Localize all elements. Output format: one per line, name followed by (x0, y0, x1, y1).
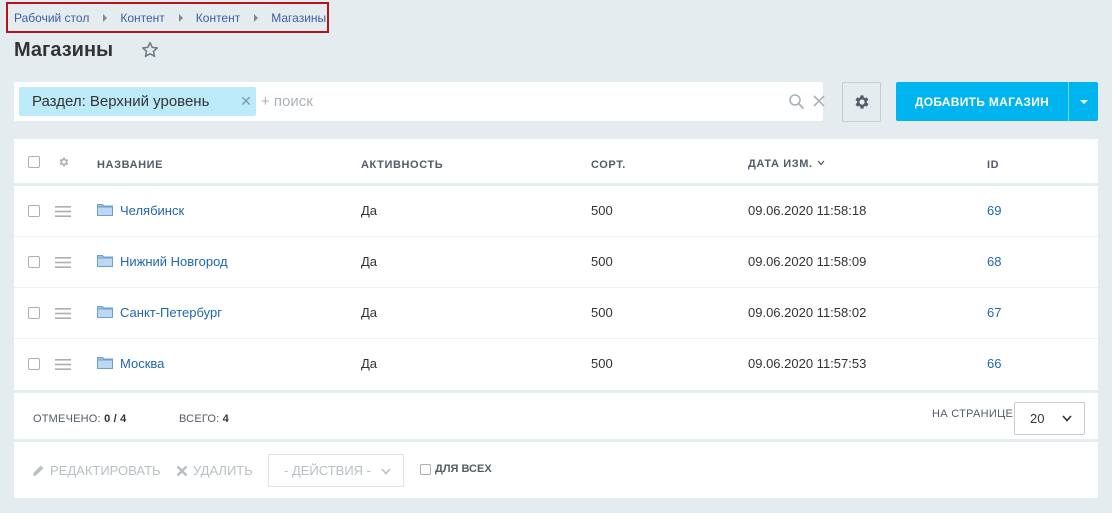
row-sort: 500 (591, 356, 613, 371)
for-all-label: ДЛЯ ВСЕХ (435, 463, 492, 475)
row-id: 67 (987, 305, 1002, 320)
total-count: ВСЕГО: 4 (179, 413, 229, 425)
delete-button[interactable]: УДАЛИТЬ (176, 463, 253, 478)
gear-icon (855, 95, 868, 109)
row-active: Да (361, 254, 378, 269)
column-header-active[interactable]: АКТИВНОСТЬ (361, 159, 443, 171)
table-row[interactable]: Санкт-Петербург Да 500 09.06.2020 11:58:… (14, 288, 1098, 339)
table-row[interactable]: Челябинск Да 500 09.06.2020 11:58:18 69 (14, 186, 1098, 237)
column-settings-gear-icon[interactable] (58, 156, 70, 168)
folder-icon (97, 306, 113, 318)
per-page-label: НА СТРАНИЦЕ: (932, 408, 1017, 420)
row-date: 09.06.2020 11:58:18 (748, 203, 867, 218)
folder-icon (97, 255, 113, 267)
row-name-link[interactable]: Челябинск (120, 203, 184, 218)
search-input[interactable] (261, 89, 761, 114)
breadcrumb-separator-icon (103, 13, 108, 22)
search-icon[interactable] (788, 93, 805, 110)
row-name-link[interactable]: Нижний Новгород (120, 254, 228, 269)
column-header-name[interactable]: НАЗВАНИЕ (97, 159, 163, 171)
breadcrumb-separator-icon (254, 13, 259, 22)
column-header-date-wrap[interactable]: ДАТА ИЗМ. (748, 158, 825, 170)
breadcrumb-item-content[interactable]: Контент (120, 11, 164, 25)
row-id: 68 (987, 254, 1002, 269)
drag-handle-icon[interactable] (55, 359, 71, 370)
row-active: Да (361, 356, 378, 371)
actions-select-value: - ДЕЙСТВИЯ - (284, 463, 372, 478)
per-page-value: 20 (1030, 411, 1045, 426)
row-id: 69 (987, 203, 1002, 218)
shops-grid: НАЗВАНИЕ АКТИВНОСТЬ СОРТ. ДАТА ИЗМ. ID Ч… (14, 139, 1098, 498)
grid-footer: ОТМЕЧЕНО: 0 / 4 ВСЕГО: 4 НА СТРАНИЦЕ: 20 (14, 390, 1098, 442)
filter-tag-label: Раздел: Верхний уровень (32, 93, 210, 110)
pencil-icon (33, 465, 44, 476)
row-checkbox[interactable] (28, 358, 40, 370)
table-row[interactable]: Москва Да 500 09.06.2020 11:57:53 66 (14, 339, 1098, 390)
sort-desc-icon (817, 160, 825, 166)
row-sort: 500 (591, 254, 613, 269)
actions-select[interactable]: - ДЕЙСТВИЯ - (268, 454, 404, 487)
edit-button[interactable]: РЕДАКТИРОВАТЬ (32, 463, 161, 478)
drag-handle-icon[interactable] (55, 308, 71, 319)
for-all-checkbox[interactable] (420, 463, 431, 475)
row-date: 09.06.2020 11:58:09 (748, 254, 867, 269)
selected-count: ОТМЕЧЕНО: 0 / 4 (33, 413, 126, 425)
row-name-link[interactable]: Москва (120, 356, 164, 371)
row-checkbox[interactable] (28, 256, 40, 268)
breadcrumb-separator-icon (178, 13, 183, 22)
chevron-down-icon (1062, 415, 1072, 422)
add-shop-button[interactable]: ДОБАВИТЬ МАГАЗИН (896, 82, 1098, 121)
column-header-date: ДАТА ИЗМ. (748, 158, 813, 170)
close-icon (176, 465, 188, 476)
selected-count-value: 0 / 4 (104, 413, 127, 425)
select-all-checkbox[interactable] (28, 156, 40, 168)
caret-down-icon (1079, 99, 1088, 104)
breadcrumb: Рабочий стол Контент Контент Магазины (6, 2, 329, 33)
row-sort: 500 (591, 203, 613, 218)
delete-button-label: УДАЛИТЬ (193, 463, 253, 478)
table-row[interactable]: Нижний Новгород Да 500 09.06.2020 11:58:… (14, 237, 1098, 288)
row-active: Да (361, 305, 378, 320)
selected-count-label: ОТМЕЧЕНО: (33, 413, 101, 425)
for-all-toggle[interactable]: ДЛЯ ВСЕХ (420, 463, 492, 475)
column-header-id[interactable]: ID (987, 159, 999, 171)
breadcrumb-item-desktop[interactable]: Рабочий стол (14, 11, 89, 25)
row-name-link[interactable]: Санкт-Петербург (120, 305, 222, 320)
page-title: Магазины (14, 39, 114, 61)
edit-button-label: РЕДАКТИРОВАТЬ (50, 463, 161, 478)
add-shop-dropdown-toggle[interactable] (1069, 82, 1098, 121)
grid-header: НАЗВАНИЕ АКТИВНОСТЬ СОРТ. ДАТА ИЗМ. ID (14, 139, 1098, 186)
row-id: 66 (987, 356, 1002, 371)
settings-button[interactable] (842, 82, 881, 122)
per-page-select[interactable]: 20 (1014, 402, 1085, 435)
clear-search-icon[interactable] (812, 94, 826, 108)
row-active: Да (361, 203, 378, 218)
total-count-value: 4 (222, 413, 229, 425)
filter-tag-section[interactable]: Раздел: Верхний уровень ✕ (19, 87, 256, 116)
filter-search-bar[interactable]: Раздел: Верхний уровень ✕ (14, 82, 826, 121)
group-actions-panel: РЕДАКТИРОВАТЬ УДАЛИТЬ - ДЕЙСТВИЯ - ДЛЯ В… (14, 442, 1098, 498)
row-checkbox[interactable] (28, 205, 40, 217)
folder-icon (97, 204, 113, 216)
row-date: 09.06.2020 11:57:53 (748, 356, 867, 371)
breadcrumb-item-shops[interactable]: Магазины (271, 11, 326, 25)
row-date: 09.06.2020 11:58:02 (748, 305, 867, 320)
drag-handle-icon[interactable] (55, 206, 71, 217)
breadcrumb-item-content-2[interactable]: Контент (196, 11, 240, 25)
add-shop-button-label: ДОБАВИТЬ МАГАЗИН (914, 94, 1050, 109)
chevron-down-icon (381, 468, 391, 475)
row-checkbox[interactable] (28, 307, 40, 319)
column-header-sort[interactable]: СОРТ. (591, 159, 626, 171)
total-count-label: ВСЕГО: (179, 413, 220, 425)
row-sort: 500 (591, 305, 613, 320)
drag-handle-icon[interactable] (55, 257, 71, 268)
close-icon[interactable]: ✕ (240, 94, 252, 108)
folder-icon (97, 357, 113, 369)
star-icon[interactable] (140, 40, 160, 60)
